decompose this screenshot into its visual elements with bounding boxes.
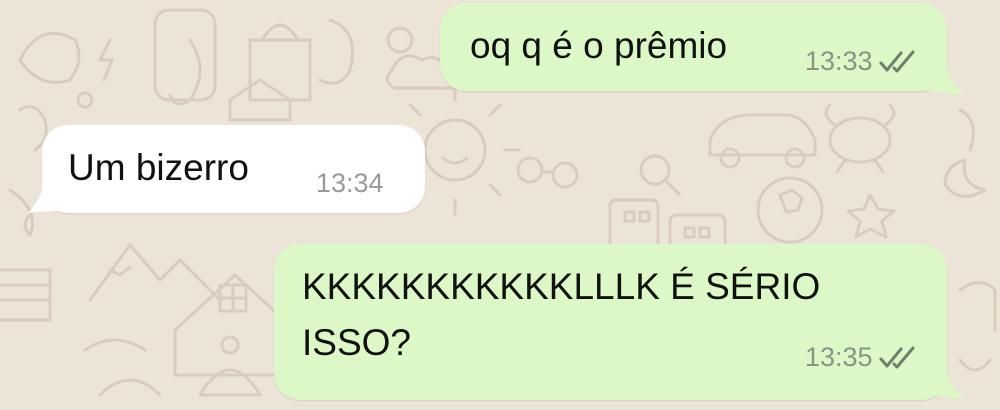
star-doodle-icon bbox=[846, 193, 896, 239]
moon-doodle-icon bbox=[943, 158, 987, 198]
read-double-check-icon bbox=[879, 50, 915, 72]
outgoing-bubble-tail bbox=[930, 62, 964, 95]
message-text-line-2: ISSO? bbox=[302, 322, 411, 363]
incoming-bubble-tail bbox=[28, 180, 62, 213]
message-timestamp: 13:34 bbox=[316, 168, 384, 198]
turtle-doodle-icon bbox=[828, 116, 892, 164]
message-meta: 13:34 bbox=[316, 168, 384, 199]
message-text: Um bizerro bbox=[68, 147, 249, 188]
sun-doodle-icon bbox=[423, 118, 487, 182]
outgoing-bubble-tail bbox=[930, 366, 964, 399]
phone-doodle-icon bbox=[153, 8, 217, 102]
message-text: oq q é o prêmio bbox=[470, 25, 728, 66]
message-timestamp: 13:35 bbox=[805, 342, 873, 372]
read-double-check-icon bbox=[879, 346, 915, 368]
message-meta: 13:33 bbox=[805, 46, 917, 77]
taco-doodle-icon bbox=[18, 31, 81, 84]
message-timestamp: 13:33 bbox=[805, 46, 873, 76]
mountain-doodle-icon bbox=[88, 243, 222, 302]
cabin-doodle-icon bbox=[0, 268, 52, 322]
bolt-doodle-icon bbox=[98, 38, 114, 82]
message-text-line-1: KKKKKKKKKKKLLLK É SÉRIO bbox=[302, 266, 821, 307]
message-meta: 13:35 bbox=[805, 342, 917, 373]
bag-doodle-icon bbox=[248, 23, 312, 102]
